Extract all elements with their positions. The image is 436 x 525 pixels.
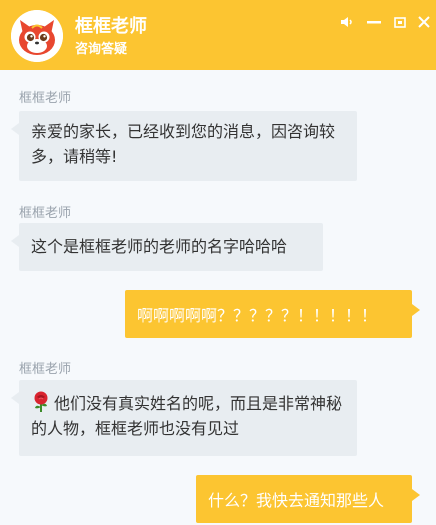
sender-name: 框框老师 xyxy=(19,206,72,221)
fox-mascot-icon xyxy=(11,10,63,62)
message-text: 他们没有真实姓名的呢，而且是非常神秘的人物，框框老师也没有见过 xyxy=(31,394,343,438)
minimize-icon[interactable] xyxy=(363,11,385,33)
sender-name: 框框老师 xyxy=(19,91,72,106)
outgoing-message: 啊啊啊啊啊？？？？？！！！！！ xyxy=(125,290,420,338)
message-text: 这个是框框老师的老师的名字哈哈哈 xyxy=(31,237,288,256)
incoming-message: 他们没有真实姓名的呢，而且是非常神秘的人物，框框老师也没有见过 xyxy=(11,380,357,456)
close-icon[interactable] xyxy=(413,11,435,33)
incoming-message: 这个是框框老师的老师的名字哈哈哈 xyxy=(11,223,323,271)
sender-name: 框框老师 xyxy=(19,362,72,377)
header-subtitle: 咨询答疑 xyxy=(75,42,128,57)
volume-icon[interactable] xyxy=(336,11,358,33)
message-text: 亲爱的家长，已经收到您的消息，因咨询较多，请稍等! xyxy=(31,122,336,166)
outgoing-message: 什么？我快去通知那些人 xyxy=(196,475,420,523)
restore-icon[interactable] xyxy=(389,11,411,33)
message-text: 什么？我快去通知那些人 xyxy=(208,491,385,510)
rose-icon xyxy=(31,391,51,413)
chat-header: 框框老师 咨询答疑 xyxy=(0,0,436,70)
message-text: 啊啊啊啊啊？？？？？！！！！！ xyxy=(137,306,378,325)
header-title: 框框老师 xyxy=(75,16,147,37)
incoming-message: 亲爱的家长，已经收到您的消息，因咨询较多，请稍等! xyxy=(11,111,357,181)
